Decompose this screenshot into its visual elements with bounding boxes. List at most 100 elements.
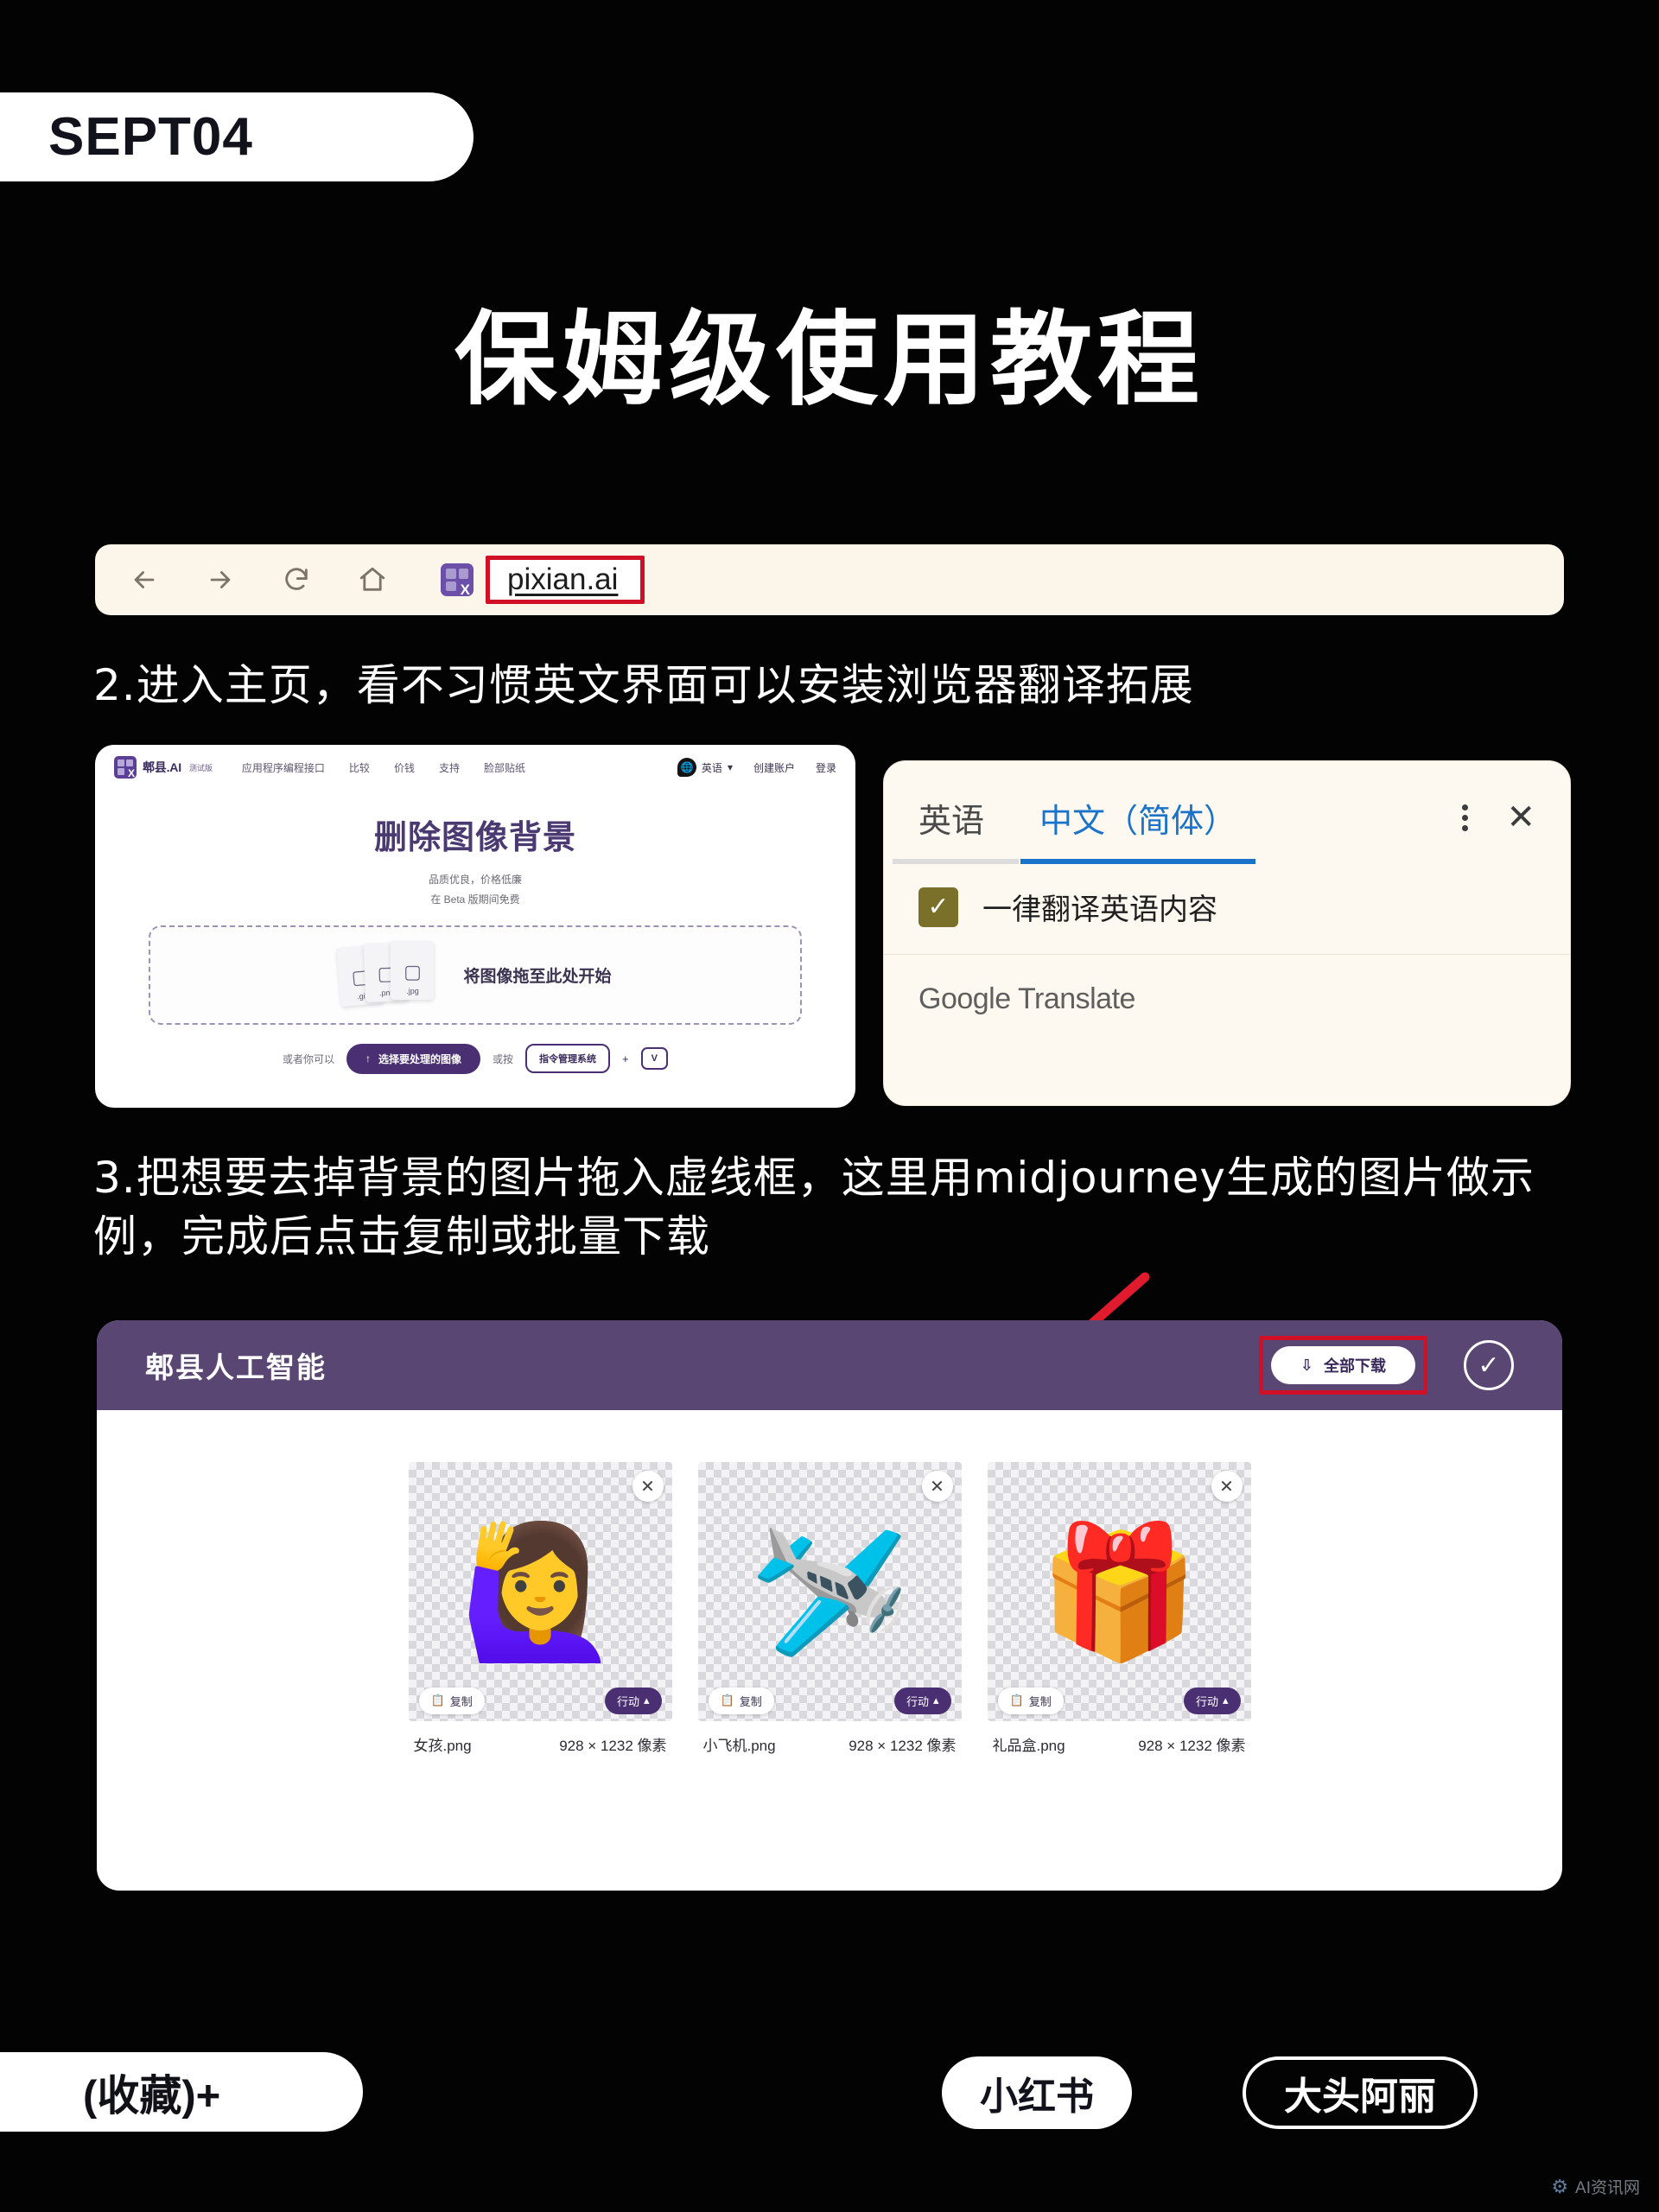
always-translate-label: 一律翻译英语内容 [982, 893, 1217, 926]
footer-platform-label: 小红书 [980, 2075, 1094, 2118]
footer-author-label: 大头阿丽 [1284, 2075, 1436, 2118]
action-button[interactable]: 行动 ▴ [893, 1687, 951, 1714]
site-heading: 删除图像背景 [373, 820, 576, 856]
brand-google: Google [918, 982, 1011, 1015]
file-stack-icon: ▢ .gif ▢ .png ▢ .jpg [336, 938, 441, 1012]
kebab-menu-icon[interactable] [1462, 804, 1469, 831]
or-press-label: 或按 [493, 1052, 514, 1065]
footer-collect-badge: (收藏)+ [0, 2052, 363, 2132]
forward-arrow-icon[interactable] [204, 563, 237, 596]
result-meta: 礼品盒.png 928 × 1232 像素 [988, 1721, 1251, 1755]
action-label: 行动 [1195, 1694, 1218, 1708]
action-button[interactable]: 行动 ▴ [1183, 1687, 1241, 1714]
pixian-app-window: 郫县人工智能 ⇩ 全部下载 ✓ 🙋‍♀️ ✕ 📋 [97, 1320, 1562, 1891]
site-menu: 应用程序编程接口 比较 价钱 支持 脸部贴纸 [242, 760, 525, 775]
result-filename: 小飞机.png [702, 1738, 776, 1754]
close-icon[interactable]: ✕ [1506, 800, 1535, 835]
result-image-grid: 🙋‍♀️ ✕ 📋 复制 行动 ▴ 女孩.png [97, 1410, 1562, 1755]
plus-sign: + [622, 1052, 629, 1065]
key-v-badge: V [640, 1047, 668, 1071]
site-subheading-line1: 品质优良，价格低廉 [428, 874, 522, 886]
download-icon: ⇩ [1300, 1356, 1313, 1374]
action-label: 行动 [616, 1694, 639, 1708]
date-badge: SEPT04 [0, 92, 474, 181]
app-header-actions: ⇩ 全部下载 ✓ [1258, 1336, 1514, 1395]
result-meta: 女孩.png 928 × 1232 像素 [409, 1721, 672, 1755]
remove-image-button[interactable]: ✕ [921, 1471, 953, 1502]
copy-button[interactable]: 📋 复制 [418, 1687, 485, 1714]
url-highlight-box: pixian.ai [486, 556, 645, 604]
command-system-button[interactable]: 指令管理系统 [525, 1044, 611, 1074]
copy-button[interactable]: 📋 复制 [708, 1687, 774, 1714]
site-subheading-line2: 在 Beta 版期间免费 [430, 893, 520, 906]
site-menu-item-pricing[interactable]: 价钱 [394, 760, 415, 775]
action-label: 行动 [906, 1694, 929, 1708]
always-translate-checkbox[interactable]: ✓ [918, 887, 958, 927]
step-3-text: 3.把想要去掉背景的图片拖入虚线框，这里用midjourney生成的图片做示例，… [93, 1153, 1535, 1262]
translate-popup-controls: ✕ [1462, 800, 1535, 857]
site-menu-item-compare[interactable]: 比较 [349, 760, 370, 775]
tab-source-language-label: 英语 [918, 803, 985, 840]
confirm-check-button[interactable]: ✓ [1464, 1340, 1514, 1390]
watermark-label: AI资讯网 [1575, 2179, 1640, 2197]
result-dimensions: 928 × 1232 像素 [1138, 1738, 1246, 1754]
chevron-up-icon: ▴ [932, 1694, 939, 1707]
create-account-link[interactable]: 创建账户 [753, 760, 795, 775]
site-menu-item-face-stickers[interactable]: 脸部贴纸 [484, 760, 525, 775]
remove-image-button[interactable]: ✕ [1211, 1471, 1243, 1502]
remove-image-button[interactable]: ✕ [632, 1471, 664, 1502]
site-subheading: 品质优良，价格低廉 在 Beta 版期间免费 [95, 870, 855, 910]
download-all-highlight-box: ⇩ 全部下载 [1258, 1336, 1427, 1395]
copy-label: 复制 [1028, 1694, 1052, 1708]
sign-in-link[interactable]: 登录 [816, 760, 836, 775]
thumbnail-actions: 📋 复制 行动 ▴ [988, 1680, 1251, 1721]
url-input[interactable]: pixian.ai [507, 563, 618, 597]
poster-root: SEPT04 保姆级使用教程 X pixian.ai 2.进入主页，看不习惯英文… [0, 0, 1659, 2212]
tab-target-language[interactable]: 中文（简体） [1020, 794, 1256, 864]
result-card: 🛩️ ✕ 📋 复制 行动 ▴ 小飞机.png 928 × 1232 像素 [697, 1462, 962, 1755]
back-arrow-icon[interactable] [128, 563, 161, 596]
footer-author-badge: 大头阿丽 [1243, 2056, 1478, 2129]
dropzone-label: 将图像拖至此处开始 [463, 967, 612, 986]
file-ext-jpg: .jpg [406, 987, 419, 996]
pixian-favicon: X [441, 563, 474, 597]
image-file-icon: ▢ [404, 961, 422, 983]
choose-image-button[interactable]: ↑ 选择要处理的图像 [346, 1043, 481, 1074]
chevron-up-icon: ▴ [1222, 1694, 1229, 1707]
copy-icon: 📋 [1009, 1694, 1024, 1707]
result-thumbnail: 🙋‍♀️ ✕ 📋 复制 行动 ▴ [408, 1462, 672, 1721]
browser-nav-buttons [95, 563, 389, 596]
translate-footer: Google Translate [884, 955, 1570, 1044]
language-selector[interactable]: 🌐 英语 ▾ [677, 758, 733, 777]
download-all-button[interactable]: ⇩ 全部下载 [1270, 1346, 1415, 1384]
tab-target-language-label: 中文（简体） [1039, 803, 1237, 840]
tab-source-underline [893, 858, 1020, 864]
site-logo-label: 郫县.AI [143, 760, 181, 774]
copy-label: 复制 [739, 1694, 762, 1708]
website-screenshot: X 郫县.AI 测试版 应用程序编程接口 比较 价钱 支持 脸部贴纸 🌐 英语 … [95, 745, 855, 1108]
url-region: X pixian.ai [441, 556, 645, 604]
image-dropzone[interactable]: ▢ .gif ▢ .png ▢ .jpg 将图像拖至此处开始 [149, 925, 802, 1025]
site-logo[interactable]: X 郫县.AI 测试版 [114, 756, 213, 779]
home-icon[interactable] [356, 563, 389, 596]
reload-icon[interactable] [280, 563, 313, 596]
tab-source-language[interactable]: 英语 [893, 794, 1020, 864]
result-card: 🙋‍♀️ ✕ 📋 复制 行动 ▴ 女孩.png [408, 1462, 672, 1755]
download-all-label: 全部下载 [1324, 1357, 1386, 1375]
date-badge-label: SEPT04 [48, 106, 253, 167]
site-menu-item-api[interactable]: 应用程序编程接口 [242, 760, 325, 775]
chevron-down-icon: ▾ [727, 761, 733, 773]
action-button[interactable]: 行动 ▴ [604, 1687, 662, 1714]
always-translate-row[interactable]: ✓ 一律翻译英语内容 [884, 865, 1570, 955]
copy-button[interactable]: 📋 复制 [997, 1687, 1064, 1714]
footer-platform-badge: 小红书 [942, 2056, 1132, 2129]
site-logo-x-glyph: X [127, 767, 135, 779]
upload-icon: ↑ [365, 1052, 372, 1065]
translate-tabs: 英语 中文（简体） ✕ [884, 761, 1570, 865]
site-action-row: 或者你可以 ↑ 选择要处理的图像 或按 指令管理系统 + V [95, 1043, 855, 1074]
or-you-can-label: 或者你可以 [283, 1052, 335, 1065]
site-menu-item-support[interactable]: 支持 [439, 760, 460, 775]
page-title: 保姆级使用教程 [454, 300, 1205, 419]
brand-translate: Translate [1017, 982, 1135, 1015]
app-header: 郫县人工智能 ⇩ 全部下载 ✓ [97, 1320, 1562, 1410]
